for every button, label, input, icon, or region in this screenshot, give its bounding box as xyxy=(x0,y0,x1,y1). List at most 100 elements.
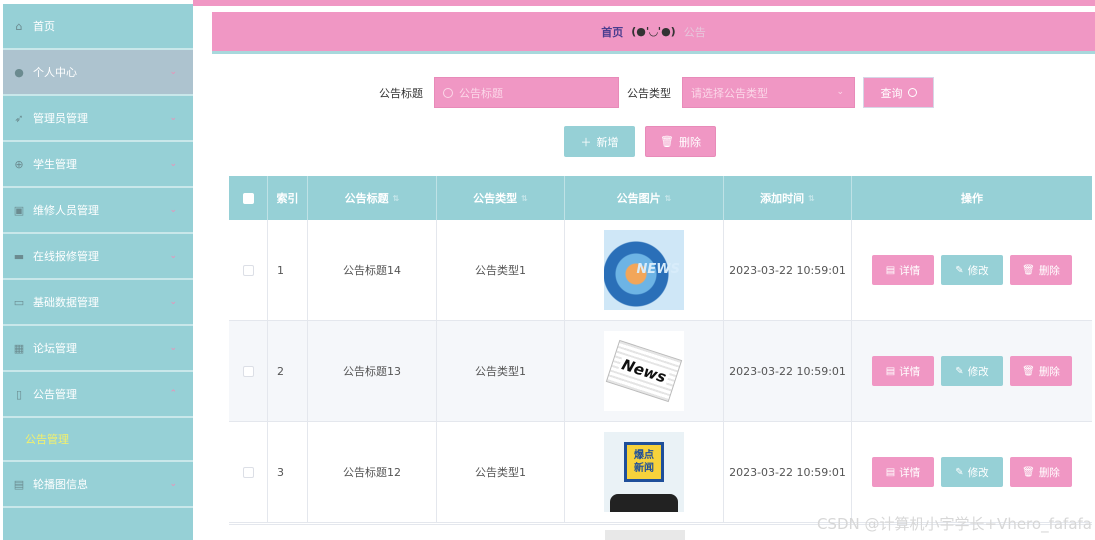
plus-icon: ＋ xyxy=(580,135,592,149)
chevron-up-icon: ⌃ xyxy=(169,389,177,399)
row-title: 公告标题14 xyxy=(308,220,437,320)
detail-button[interactable]: ▤ 详情 xyxy=(872,356,934,386)
send-icon: ➶ xyxy=(14,111,24,125)
title-search-input[interactable]: 公告标题 xyxy=(434,77,619,108)
row-type: 公告类型1 xyxy=(437,422,565,522)
sidebar-item-notice-management[interactable]: ▯ 公告管理 ⌃ xyxy=(3,372,193,418)
detail-button[interactable]: ▤ 详情 xyxy=(872,255,934,285)
row-index: 3 xyxy=(268,422,308,522)
query-button[interactable]: 查询 xyxy=(863,77,934,108)
watermark: CSDN @计算机小宇学长+Vhero_fafafa xyxy=(816,515,1092,533)
table-row: 1 公告标题14 公告类型1 NEWS 2023-03-22 10:59:01 … xyxy=(229,220,1092,321)
sidebar-item-basic-data-management[interactable]: ▭ 基础数据管理 ⌄ xyxy=(3,280,193,326)
mic-icon: ▯ xyxy=(15,387,23,401)
notice-table: 索引 公告标题 ⇅ 公告类型 ⇅ 公告图片 ⇅ 添加时间 ⇅ 操作 1 公告标题14 公… xyxy=(229,176,1092,523)
table-header: 索引 公告标题 ⇅ 公告类型 ⇅ 公告图片 ⇅ 添加时间 ⇅ 操作 xyxy=(229,176,1092,220)
chevron-down-icon: ⌄ xyxy=(169,159,177,169)
row-index: 2 xyxy=(268,321,308,421)
trash-icon: 🗑 xyxy=(1022,365,1035,377)
query-button-label: 查询 xyxy=(880,86,903,100)
chevron-down-icon: ⌄ xyxy=(169,67,177,77)
type-select-label: 公告类型 xyxy=(627,87,671,100)
notice-image[interactable]: NEWS xyxy=(604,230,684,310)
breadcrumb: 首页 (●'◡'●) 公告 xyxy=(212,12,1095,54)
add-button-label: 新增 xyxy=(596,135,619,149)
sort-icon: ⇅ xyxy=(392,193,400,203)
sidebar-item-label: 管理员管理 xyxy=(33,112,88,125)
trash-icon: 🗑 xyxy=(660,135,674,148)
detail-button[interactable]: ▤ 详情 xyxy=(872,457,934,487)
type-select[interactable]: 请选择公告类型 ⌄ xyxy=(682,77,855,108)
notice-image[interactable]: 爆点 新闻 xyxy=(604,432,684,512)
select-all-checkbox[interactable] xyxy=(242,192,254,204)
row-type: 公告类型1 xyxy=(437,220,565,320)
edit-button[interactable]: ✎ 修改 xyxy=(941,457,1003,487)
sidebar-item-forum-management[interactable]: ▦ 论坛管理 ⌄ xyxy=(3,326,193,372)
notice-image-partial xyxy=(605,530,685,540)
sidebar-subitem-notice-management[interactable]: 公告管理 xyxy=(3,418,193,462)
document-icon: ▤ xyxy=(885,466,896,478)
chevron-down-icon: ⌄ xyxy=(836,87,844,97)
trash-icon: 🗑 xyxy=(1022,264,1035,276)
sidebar-item-label: 论坛管理 xyxy=(33,342,77,355)
title-search-label: 公告标题 xyxy=(379,87,423,100)
row-checkbox[interactable] xyxy=(242,365,254,377)
search-icon xyxy=(907,88,917,97)
sidebar-item-online-repair-management[interactable]: ▬ 在线报修管理 ⌄ xyxy=(3,234,193,280)
row-checkbox[interactable] xyxy=(242,466,254,478)
title-search-placeholder: 公告标题 xyxy=(459,86,503,100)
sidebar-item-label: 首页 xyxy=(33,20,55,33)
row-title: 公告标题13 xyxy=(308,321,437,421)
compass-icon: ⊕ xyxy=(14,157,24,171)
pencil-icon: ✎ xyxy=(955,264,964,276)
pencil-icon: ✎ xyxy=(955,466,964,478)
row-time: 2023-03-22 10:59:01 xyxy=(724,321,852,421)
sort-icon: ⇅ xyxy=(521,193,528,203)
sort-icon: ⇅ xyxy=(664,193,672,203)
table-row: 2 公告标题13 公告类型1 News 2023-03-22 10:59:01 … xyxy=(229,321,1092,422)
sidebar-item-label: 维修人员管理 xyxy=(33,204,99,217)
chevron-down-icon: ⌄ xyxy=(169,205,177,215)
breadcrumb-home[interactable]: 首页 xyxy=(601,24,623,40)
sidebar-item-home[interactable]: ⌂ 首页 xyxy=(3,4,193,50)
top-accent-bar xyxy=(193,0,1095,6)
clipboard-icon: ▣ xyxy=(13,203,25,217)
sidebar-item-label: 公告管理 xyxy=(33,388,77,401)
delete-button[interactable]: 🗑 删除 xyxy=(1010,457,1072,487)
monitor-icon: ▭ xyxy=(13,295,25,309)
search-form: 公告标题 公告标题 公告类型 请选择公告类型 ⌄ 查询 xyxy=(0,77,1095,108)
edit-button[interactable]: ✎ 修改 xyxy=(941,356,1003,386)
sidebar-item-label: 在线报修管理 xyxy=(33,250,99,263)
batch-delete-button[interactable]: 🗑 删除 xyxy=(645,126,716,157)
chevron-down-icon: ⌄ xyxy=(169,113,177,123)
header-title[interactable]: 公告标题 ⇅ xyxy=(308,176,437,220)
chevron-down-icon: ⌄ xyxy=(169,251,177,261)
batch-delete-label: 删除 xyxy=(678,135,701,149)
sidebar-item-student-management[interactable]: ⊕ 学生管理 ⌄ xyxy=(3,142,193,188)
row-index: 1 xyxy=(268,220,308,320)
row-type: 公告类型1 xyxy=(437,321,565,421)
delete-button[interactable]: 🗑 删除 xyxy=(1010,255,1072,285)
grid-icon: ▦ xyxy=(13,341,25,355)
sidebar-item-carousel-info[interactable]: ▤ 轮播图信息 ⌄ xyxy=(3,462,193,508)
trash-icon: 🗑 xyxy=(1022,466,1035,478)
chevron-down-icon: ⌄ xyxy=(169,479,177,489)
row-time: 2023-03-22 10:59:01 xyxy=(724,220,852,320)
header-type[interactable]: 公告类型 ⇅ xyxy=(437,176,565,220)
sidebar-item-label: 轮播图信息 xyxy=(33,478,88,491)
message-icon: ▬ xyxy=(13,249,25,263)
add-button[interactable]: ＋ 新增 xyxy=(564,126,635,157)
row-checkbox[interactable] xyxy=(242,264,254,276)
type-select-placeholder: 请选择公告类型 xyxy=(691,86,768,100)
header-time[interactable]: 添加时间 ⇅ xyxy=(724,176,852,220)
edit-button[interactable]: ✎ 修改 xyxy=(941,255,1003,285)
header-index: 索引 xyxy=(268,176,308,220)
header-select-all[interactable] xyxy=(229,176,268,220)
delete-button[interactable]: 🗑 删除 xyxy=(1010,356,1072,386)
header-image[interactable]: 公告图片 ⇅ xyxy=(565,176,724,220)
row-title: 公告标题12 xyxy=(308,422,437,522)
chevron-down-icon: ⌄ xyxy=(169,343,177,353)
search-icon xyxy=(443,87,453,98)
sidebar-item-repair-staff-management[interactable]: ▣ 维修人员管理 ⌄ xyxy=(3,188,193,234)
notice-image[interactable]: News xyxy=(604,331,684,411)
